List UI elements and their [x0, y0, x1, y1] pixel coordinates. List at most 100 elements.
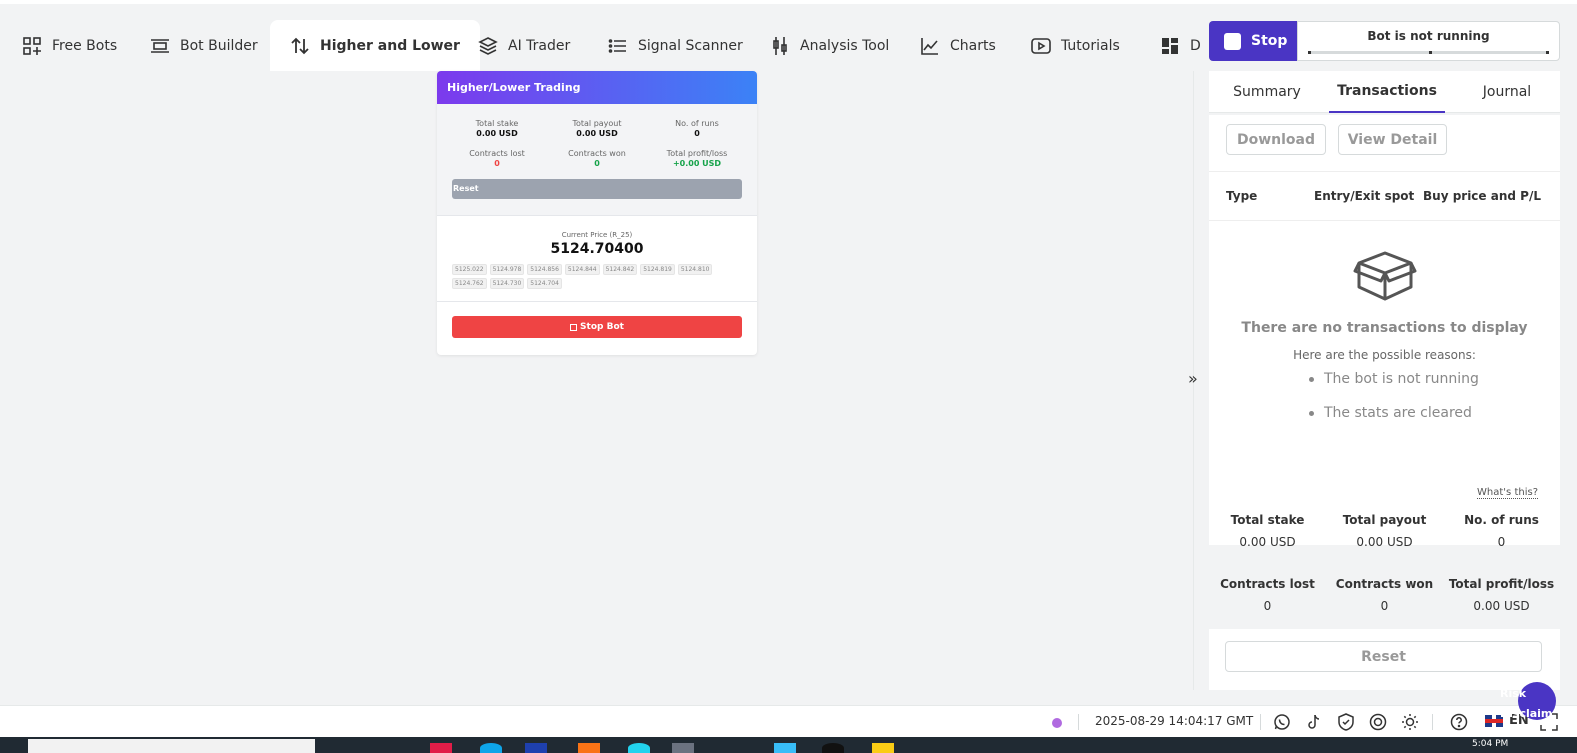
card-stat-total-stake: Total stake 0.00 USD [475, 119, 519, 138]
taskbar-search[interactable] [28, 739, 315, 753]
whats-this-link[interactable]: What's this? [1477, 487, 1538, 499]
tick-chip: 5124.730 [489, 278, 525, 289]
help-icon[interactable] [1450, 713, 1468, 731]
col-buy-price: Buy price and P/L [1423, 189, 1541, 203]
tab-bot-builder[interactable]: Bot Builder [150, 20, 258, 71]
col-entry-exit: Entry/Exit spot [1314, 189, 1415, 203]
card-title: Higher/Lower Trading [437, 71, 757, 104]
stop-bot-button[interactable]: Stop Bot [452, 316, 742, 338]
os-taskbar: 5:04 PM [0, 737, 1577, 753]
dashboard-icon [1162, 37, 1178, 54]
tab-tutorials[interactable]: Tutorials [1031, 20, 1120, 71]
run-panel: Summary Transactions Journal Download Vi… [1209, 71, 1560, 690]
tick-chip: 5124.978 [489, 264, 525, 275]
stop-square-icon [570, 323, 578, 331]
card-stats: Total stake 0.00 USD Total payout 0.00 U… [437, 104, 757, 216]
tick-chip: 5124.704 [527, 278, 562, 289]
current-price: 5124.70400 [550, 241, 644, 257]
risk-disclaimer-label: Risk Disclaim [1500, 687, 1553, 720]
taskbar-app-icon[interactable] [872, 743, 894, 753]
higher-lower-card: Higher/Lower Trading Total stake 0.00 US… [437, 71, 757, 355]
tab-label: Higher and Lower [320, 37, 460, 54]
up-down-arrows-icon [291, 37, 309, 54]
taskbar-app-icon[interactable] [525, 743, 547, 753]
collapse-panel-icon[interactable]: » [1188, 369, 1198, 388]
tick-chip: 5124.844 [564, 264, 600, 275]
reason-item: The bot is not running [1309, 371, 1479, 387]
taskbar-app-icon[interactable] [774, 743, 796, 753]
card-stat-won: Contracts won 0 [568, 149, 626, 168]
stat-total-stake: Total stake 0.00 USD [1230, 513, 1305, 549]
tick-chip: 5124.819 [640, 264, 675, 275]
stop-bot-label: Stop Bot [580, 322, 624, 332]
taskbar-app-icon[interactable] [672, 743, 694, 753]
stat-total-payout: Total payout 0.00 USD [1342, 513, 1427, 549]
tab-label: Signal Scanner [638, 37, 743, 54]
tab-charts[interactable]: Charts [920, 20, 996, 71]
list-icon [608, 38, 626, 53]
grid-plus-icon [23, 36, 41, 55]
tab-ai-trader[interactable]: AI Trader [478, 20, 570, 71]
stop-icon [1224, 32, 1241, 50]
play-icon [1031, 37, 1051, 54]
transactions-body: Download View Detail Type Entry/Exit spo… [1209, 115, 1560, 545]
taskbar-app-icon[interactable] [628, 743, 650, 753]
card-reset-button[interactable]: Reset [452, 179, 742, 199]
tab-label: Analysis Tool [800, 37, 890, 54]
tab-label: Bot Builder [180, 37, 258, 54]
tick-history: 5125.022 5124.978 5124.856 5124.844 5124… [452, 264, 742, 289]
tab-higher-lower[interactable]: Higher and Lower [270, 20, 480, 71]
tab-signal-scanner[interactable]: Signal Scanner [608, 20, 743, 71]
empty-subtitle: Here are the possible reasons: [1293, 348, 1476, 362]
empty-title: There are no transactions to display [1241, 320, 1528, 336]
empty-box-icon [1353, 251, 1417, 301]
tick-chip: 5124.762 [452, 278, 487, 289]
tab-dashboard[interactable]: Das [1160, 20, 1200, 71]
reset-button[interactable]: Reset [1225, 641, 1542, 672]
candles-icon [773, 36, 787, 55]
divider [1078, 714, 1079, 730]
tab-label: Free Bots [52, 37, 118, 54]
download-button[interactable]: Download [1226, 124, 1326, 155]
line-chart-icon [921, 37, 938, 55]
divider [1260, 714, 1261, 730]
tick-chip: 5124.856 [527, 264, 562, 275]
shield-check-icon[interactable] [1337, 713, 1355, 731]
price-label: Current Price (R_25) [561, 231, 633, 239]
divider [1432, 714, 1433, 730]
stat-contracts-won: Contracts won 0 [1335, 577, 1434, 613]
status-footer: 2025-08-29 14:04:17 GMT EN [0, 705, 1577, 737]
theme-icon[interactable] [1401, 713, 1419, 731]
stat-contracts-lost: Contracts lost 0 [1220, 577, 1315, 613]
tab-label: Das [1190, 37, 1200, 54]
tab-summary[interactable]: Summary [1221, 71, 1313, 113]
transactions-header: Type Entry/Exit spot Buy price and P/L [1209, 171, 1560, 221]
taskbar-app-icon[interactable] [578, 743, 600, 753]
taskbar-app-icon[interactable] [430, 743, 452, 753]
card-stat-profit: Total profit/loss +0.00 USD [666, 149, 728, 168]
main-tabs: Free Bots Bot Builder Higher and Lower A… [0, 20, 1200, 71]
tab-journal[interactable]: Journal [1461, 71, 1553, 113]
stop-button[interactable]: Stop [1209, 21, 1297, 61]
tab-free-bots[interactable]: Free Bots [22, 20, 117, 71]
taskbar-app-icon[interactable] [822, 743, 844, 753]
card-stat-lost: Contracts lost 0 [469, 149, 525, 168]
tiktok-icon[interactable] [1305, 713, 1323, 731]
col-type: Type [1226, 189, 1258, 203]
layers-icon [478, 36, 498, 55]
tab-analysis-tool[interactable]: Analysis Tool [770, 20, 889, 71]
tab-label: AI Trader [508, 37, 571, 54]
view-detail-button[interactable]: View Detail [1338, 124, 1447, 155]
whatsapp-icon[interactable] [1273, 713, 1291, 731]
stat-runs: No. of runs 0 [1464, 513, 1539, 549]
responsible-trading-icon[interactable] [1369, 713, 1387, 731]
top-strip [0, 0, 1577, 4]
tab-transactions[interactable]: Transactions [1329, 71, 1445, 113]
taskbar-app-icon[interactable] [480, 743, 502, 753]
status-progress [1308, 51, 1549, 54]
reset-area: Reset [1209, 629, 1560, 690]
taskbar-clock: 5:04 PM [1472, 739, 1509, 749]
run-panel-tabs: Summary Transactions Journal [1209, 71, 1560, 113]
stat-profit-loss: Total profit/loss 0.00 USD [1448, 577, 1555, 613]
tab-label: Tutorials [1061, 37, 1120, 54]
